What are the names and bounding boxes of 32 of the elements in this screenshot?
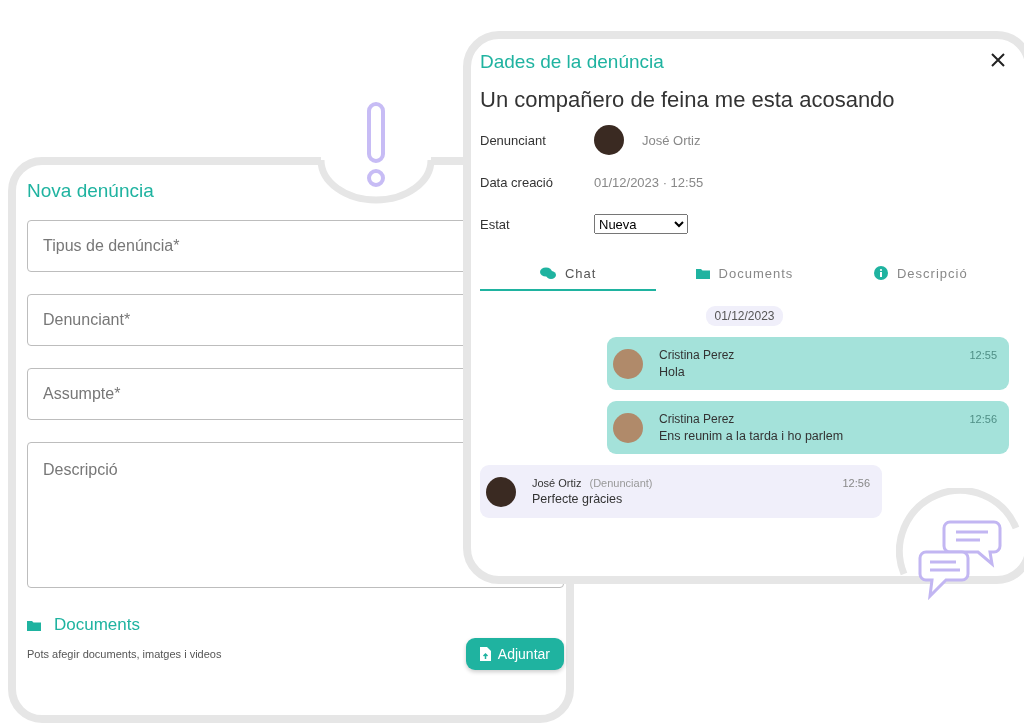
file-upload-icon <box>479 647 491 661</box>
info-icon <box>873 266 888 280</box>
avatar <box>486 476 516 507</box>
author-role: (Denunciant) <box>589 477 653 489</box>
attach-button[interactable]: Adjuntar <box>465 638 564 670</box>
folder-icon <box>695 267 710 279</box>
info-label: Data creació <box>480 174 554 190</box>
tab[interactable]: Documents <box>656 257 833 291</box>
avatar <box>613 348 643 379</box>
chat-icon <box>539 266 556 280</box>
avatar <box>594 125 624 155</box>
status-select[interactable]: Nueva <box>594 214 688 234</box>
details-title: Dades de la denúncia <box>480 50 664 74</box>
author-name: Cristina Perez <box>659 412 735 426</box>
info-label: Denunciant <box>480 132 547 148</box>
form-title: Nova denúncia <box>27 179 154 203</box>
reporter-name: José Ortiz <box>642 132 701 148</box>
author-name: Cristina Perez <box>659 348 735 362</box>
documents-heading: Documents <box>54 615 140 635</box>
message-time: 12:56 <box>842 477 870 489</box>
message-time: 12:56 <box>969 413 997 425</box>
date-pill: 01/12/2023 <box>706 306 783 326</box>
creation-date: 01/12/2023 · 12:55 <box>594 174 704 190</box>
tab[interactable]: Chat <box>480 257 657 291</box>
message-text: Hola <box>659 365 686 379</box>
message-time: 12:55 <box>969 349 997 361</box>
folder-icon <box>27 619 41 631</box>
documents-hint: Pots afegir documents, imatges i videos <box>27 648 222 660</box>
message-text: Ens reunim a la tarda i ho parlem <box>659 429 845 443</box>
report-subject: Un compañero de feina me esta acosando <box>480 86 896 114</box>
tab[interactable]: Descripció <box>832 257 1009 291</box>
avatar <box>613 412 643 443</box>
